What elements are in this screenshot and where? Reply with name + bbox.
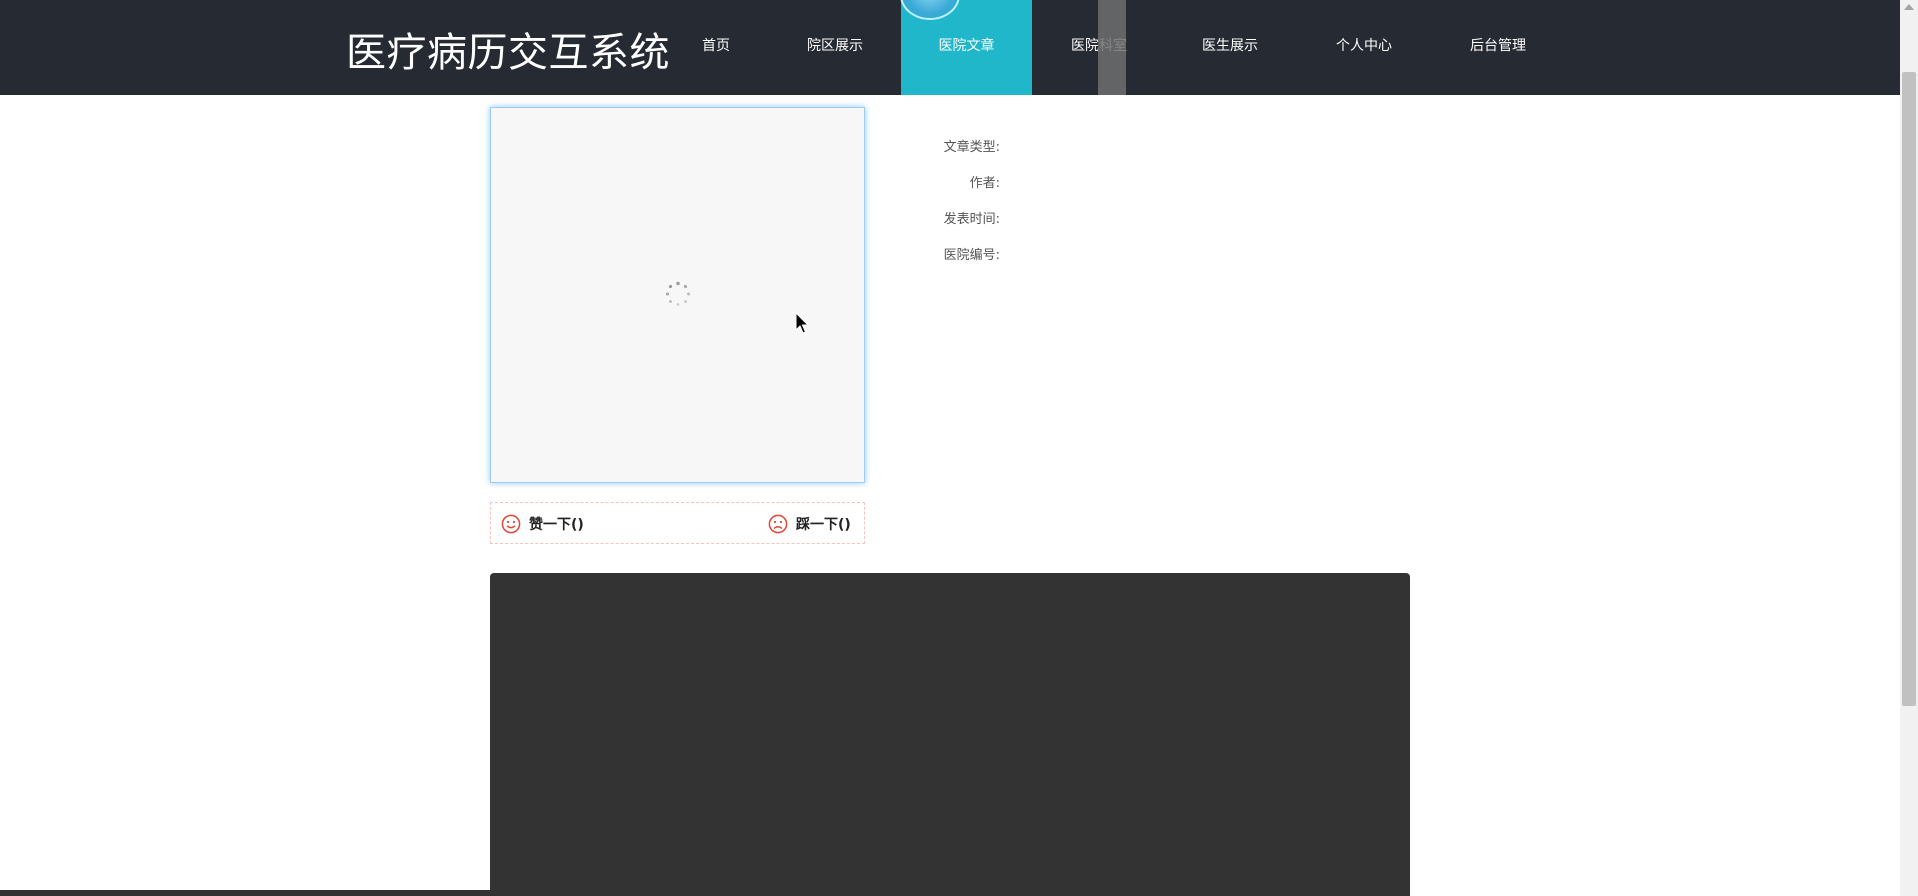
smile-face-icon <box>501 514 521 534</box>
like-label: 赞一下() <box>529 517 584 533</box>
like-button[interactable]: 赞一下() <box>501 513 584 535</box>
info-row-hospital-id: 医院编号: <box>900 241 1300 277</box>
article-info: 文章类型: 作者: 发表时间: 医院编号: <box>900 133 1300 277</box>
scrollbar-thumb[interactable] <box>1902 72 1916 706</box>
top-header: 医疗病历交互系统 首页 院区展示 医院文章 医院科室 医生展示 个人中心 后台管… <box>0 0 1900 95</box>
footer-strip <box>0 890 490 896</box>
frown-face-icon <box>768 514 788 534</box>
site-title: 医疗病历交互系统 <box>346 30 670 76</box>
info-label-time: 发表时间: <box>943 212 1000 227</box>
info-row-type: 文章类型: <box>900 133 1300 169</box>
info-row-time: 发表时间: <box>900 205 1300 241</box>
nav-hover-slider <box>1098 0 1126 95</box>
vertical-scrollbar[interactable] <box>1900 0 1918 896</box>
info-label-author: 作者: <box>969 176 1000 191</box>
vote-bar: 赞一下() 踩一下() <box>490 502 865 544</box>
nav-item-home[interactable]: 首页 <box>690 0 742 95</box>
mouse-pointer-icon <box>795 312 809 334</box>
nav-item-doctors[interactable]: 医生展示 <box>1197 0 1263 95</box>
nav-item-admin[interactable]: 后台管理 <box>1465 0 1531 95</box>
info-row-author: 作者: <box>900 169 1300 205</box>
scroll-up-arrow-icon[interactable] <box>1904 4 1914 10</box>
nav-item-campus[interactable]: 院区展示 <box>800 0 870 95</box>
loading-spinner-icon <box>666 281 690 306</box>
dislike-label: 踩一下() <box>796 517 851 533</box>
nav-item-profile[interactable]: 个人中心 <box>1331 0 1397 95</box>
dislike-button[interactable]: 踩一下() <box>768 513 851 535</box>
info-label-hospital-id: 医院编号: <box>943 248 1000 263</box>
article-content <box>490 573 1410 896</box>
info-label-type: 文章类型: <box>943 140 1000 155</box>
page: 医疗病历交互系统 首页 院区展示 医院文章 医院科室 医生展示 个人中心 后台管… <box>0 0 1918 896</box>
